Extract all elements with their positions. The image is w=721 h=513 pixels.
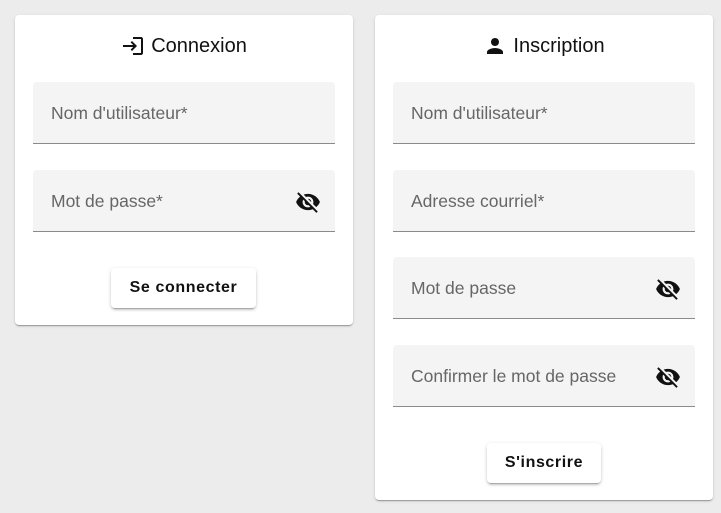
visibility-off-icon[interactable]: [295, 189, 321, 215]
register-email-field[interactable]: Adresse courriel*: [393, 170, 695, 232]
register-password-field[interactable]: Mot de passe: [393, 257, 695, 319]
register-card: Inscription Nom d'utilisateur* Adresse c…: [375, 15, 713, 500]
register-title-text: Inscription: [513, 34, 605, 57]
login-icon: [123, 37, 144, 55]
person-icon: [487, 38, 504, 54]
login-username-field[interactable]: Nom d'utilisateur*: [33, 82, 335, 144]
register-button[interactable]: S'inscrire: [487, 443, 601, 483]
register-password-label: Mot de passe: [411, 278, 517, 298]
register-confirm-password-label: Confirmer le mot de passe: [411, 366, 617, 386]
login-card: Connexion Nom d'utilisateur* Mot de pass…: [15, 15, 353, 325]
login-password-label: Mot de passe*: [51, 191, 163, 211]
visibility-off-icon[interactable]: [655, 364, 681, 390]
register-username-field[interactable]: Nom d'utilisateur*: [393, 82, 695, 144]
register-username-label: Nom d'utilisateur*: [411, 103, 548, 123]
login-username-label: Nom d'utilisateur*: [51, 103, 188, 123]
visibility-off-icon[interactable]: [655, 276, 681, 302]
register-email-label: Adresse courriel*: [411, 191, 545, 211]
register-confirm-password-field[interactable]: Confirmer le mot de passe: [393, 345, 695, 407]
login-button[interactable]: Se connecter: [111, 268, 256, 308]
auth-page: Connexion Nom d'utilisateur* Mot de pass…: [0, 0, 721, 513]
register-title: Inscription: [375, 32, 713, 60]
login-title-text: Connexion: [151, 34, 247, 57]
login-password-field[interactable]: Mot de passe*: [33, 170, 335, 232]
login-title: Connexion: [15, 32, 353, 60]
